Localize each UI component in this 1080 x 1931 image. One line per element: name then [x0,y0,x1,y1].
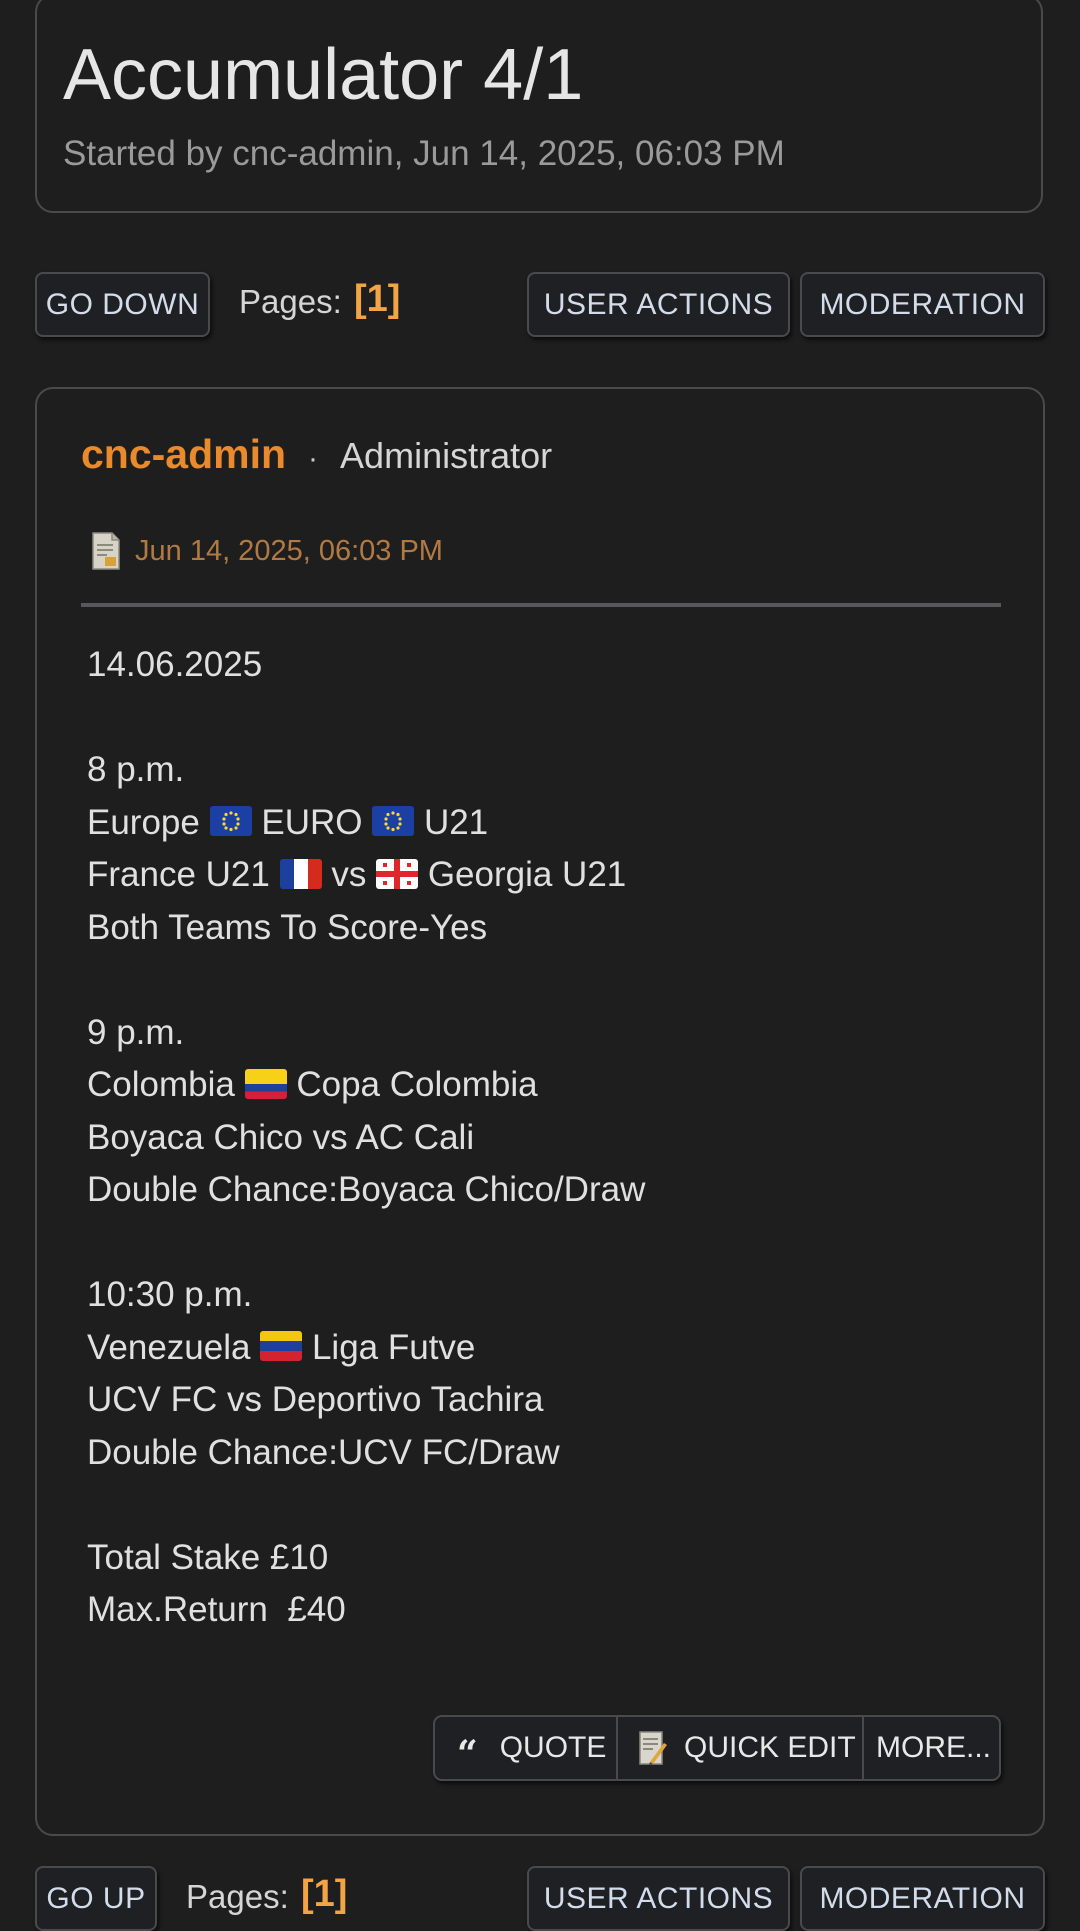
france-flag-icon [279,858,322,889]
post-line: Double Chance:Boyaca Chico/Draw [87,1170,646,1209]
eu-flag-icon [372,806,415,837]
eu-flag-icon [209,806,252,837]
post-line-text: Liga Futve [311,1327,476,1367]
post-line: Max.Return £40 [87,1590,346,1629]
post-line: Europe EURO U21 [87,797,645,850]
author-role: Administrator [340,435,553,476]
topic-title: Accumulator 4/1 [63,35,584,115]
post-line: 9 p.m. [87,1012,185,1052]
georgia-flag-icon [376,858,419,889]
post-line-text: France U21 [87,855,270,894]
post-body: 14.06.2025 8 p.m. Europe EURO U21 France… [87,639,645,1637]
venezuela-flag-icon [260,1331,303,1362]
pages-label: Pages: [186,1878,289,1915]
quote-button[interactable]: “ QUOTE [435,1717,616,1779]
author-separator: · [308,442,319,475]
post-line: UCV FC vs Deportivo Tachira [87,1380,544,1419]
quote-icon: “ [457,1733,478,1775]
post-date-line: Jun 14, 2025, 06:03 PM [91,531,443,571]
page-link-current[interactable]: [1] [354,278,400,321]
post-line-text: Colombia [87,1065,235,1104]
post-line: 10:30 p.m. [87,1275,253,1314]
post-line: Total Stake £10 [87,1537,329,1577]
moderation-button[interactable]: MODERATION [800,1866,1045,1931]
more-button[interactable]: MORE... [862,1717,999,1779]
post-line: Boyaca Chico vs AC Cali [87,1117,475,1157]
moderation-button[interactable]: MODERATION [800,272,1045,337]
post-line-text: Georgia U21 [427,855,627,894]
quote-label: QUOTE [499,1731,607,1764]
pages-label: Pages: [239,283,342,320]
post-line: Both Teams To Score-Yes [87,907,488,947]
quick-edit-button[interactable]: QUICK EDIT [616,1717,862,1779]
document-icon [91,531,121,571]
author-name-link[interactable]: cnc-admin [81,431,286,478]
post-line: France U21 vs Georgia U21 [87,849,645,902]
post-line-text: U21 [423,802,489,842]
post-card: cnc-admin · Administrator Jun 14, 2025, … [35,387,1045,1836]
post-line: 14.06.2025 [87,645,263,684]
post-line: 8 p.m. [87,750,185,789]
quick-edit-label: QUICK EDIT [684,1731,856,1764]
topic-started-by: Started by cnc-admin, Jun 14, 2025, 06:0… [63,134,785,173]
post-line: Double Chance:UCV FC/Draw [87,1432,560,1472]
post-date-link[interactable]: Jun 14, 2025, 06:03 PM [135,535,443,568]
go-down-button[interactable]: GO DOWN [35,272,210,337]
topic-header: Accumulator 4/1 Started by cnc-admin, Ju… [35,0,1043,213]
post-divider [81,603,1001,607]
post-line: Colombia Copa Colombia [87,1059,645,1112]
colombia-flag-icon [244,1068,287,1099]
post-line-text: vs [331,855,367,894]
page-link-current[interactable]: [1] [301,1873,347,1916]
post-line-text: Venezuela [87,1327,251,1367]
user-actions-button[interactable]: USER ACTIONS [527,272,790,337]
edit-note-icon [638,1729,668,1767]
post-line-text: Europe [87,802,200,842]
post-author-line: cnc-admin · Administrator [81,431,552,478]
post-actions: “ QUOTE QUICK EDIT MORE... [433,1715,1001,1781]
post-line: Venezuela Liga Futve [87,1322,645,1375]
post-line-text: Copa Colombia [296,1065,538,1104]
post-line-text: EURO [261,802,363,842]
user-actions-button[interactable]: USER ACTIONS [527,1866,790,1931]
go-up-button[interactable]: GO UP [35,1866,157,1931]
